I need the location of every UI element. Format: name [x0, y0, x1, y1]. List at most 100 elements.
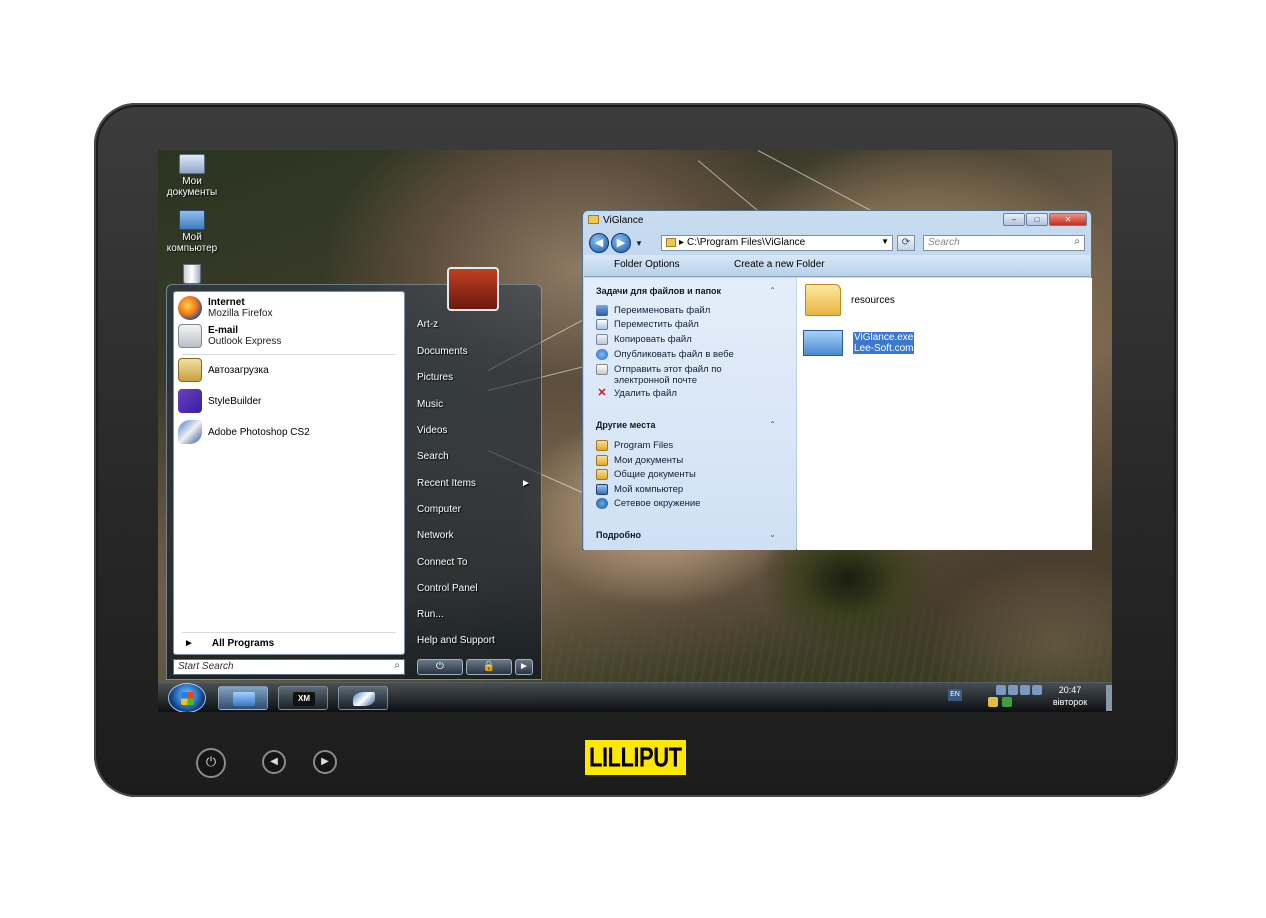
security-tray-icon[interactable]: [1002, 697, 1012, 707]
task-delete[interactable]: ✕ Удалить файл: [596, 388, 786, 400]
start-item-connect-to[interactable]: Connect To: [417, 557, 467, 568]
program-label: Adobe Photoshop CS2: [208, 426, 310, 438]
start-item-help[interactable]: Help and Support: [417, 635, 495, 646]
recent-program-photoshop[interactable]: Adobe Photoshop CS2: [178, 418, 310, 446]
folder-icon: [666, 238, 676, 247]
start-item-pictures[interactable]: Pictures: [417, 372, 453, 383]
place-label: Сетевое окружение: [614, 498, 701, 509]
start-item-search[interactable]: Search: [417, 451, 449, 462]
task-publish[interactable]: Опубликовать файл в вебе: [596, 349, 786, 360]
show-desktop-button[interactable]: [1106, 685, 1112, 711]
volume-tray-icon[interactable]: [1020, 685, 1030, 695]
monitor-tray-icon[interactable]: [996, 685, 1006, 695]
pinned-email[interactable]: E-mail Outlook Express: [178, 322, 281, 350]
collapse-icon[interactable]: ⌃: [769, 286, 776, 295]
taskbar-app-xmplay[interactable]: XM: [278, 686, 328, 710]
submenu-arrow-icon: ►: [521, 478, 531, 489]
address-bar[interactable]: ▸ C:\Program Files\ViGlance ▼: [661, 235, 893, 251]
rename-icon: [596, 305, 608, 316]
taskbar-app-photoshop[interactable]: [338, 686, 388, 710]
recent-program-stylebuilder[interactable]: StyleBuilder: [178, 387, 261, 415]
task-email[interactable]: Отправить этот файл по электронной почте: [596, 364, 746, 386]
safely-remove-tray-icon[interactable]: [988, 697, 998, 707]
refresh-button[interactable]: ⟳: [897, 235, 915, 251]
maximize-button[interactable]: □: [1026, 213, 1048, 226]
back-button[interactable]: ◀: [589, 233, 609, 253]
start-search-input[interactable]: Start Search ⌕: [173, 659, 405, 675]
desktop-icon-recycle-bin[interactable]: [160, 264, 224, 286]
recent-pages-dropdown[interactable]: ▼: [635, 239, 643, 248]
task-label: Переместить файл: [614, 319, 699, 330]
tasks-header-label: Задачи для файлов и папок: [596, 286, 722, 296]
start-item-network[interactable]: Network: [417, 530, 454, 541]
hardware-power-button[interactable]: ⏻: [196, 748, 226, 778]
start-item-computer[interactable]: Computer: [417, 504, 461, 515]
start-button[interactable]: [168, 683, 206, 712]
create-folder-button[interactable]: Create a new Folder: [734, 259, 825, 270]
place-network[interactable]: Сетевое окружение: [596, 498, 786, 509]
folder-icon: [805, 284, 841, 316]
start-item-run[interactable]: Run...: [417, 609, 444, 620]
recent-program-autostart[interactable]: Автозагрузка: [178, 356, 269, 384]
power-button[interactable]: ⏻: [417, 659, 463, 675]
email-icon: [596, 364, 608, 375]
place-shared-documents[interactable]: Общие документы: [596, 469, 786, 480]
start-item-control-panel[interactable]: Control Panel: [417, 583, 478, 594]
window-title: ViGlance: [603, 215, 644, 226]
arrow-left-icon: ◀: [594, 237, 604, 249]
shutdown-options-button[interactable]: ►: [515, 659, 533, 675]
close-button[interactable]: ✕: [1049, 213, 1087, 226]
pinned-internet[interactable]: Internet Mozilla Firefox: [178, 294, 272, 322]
collapse-icon[interactable]: ⌃: [769, 420, 776, 429]
file-item-viglance-exe[interactable]: ViGlance.exe Lee-Soft.com: [803, 330, 915, 356]
task-move[interactable]: Переместить файл: [596, 319, 786, 330]
user-picture[interactable]: [447, 267, 499, 311]
search-icon[interactable]: ⌕: [394, 660, 400, 672]
mail-icon: [178, 324, 202, 348]
place-program-files[interactable]: Program Files: [596, 440, 786, 451]
details-header[interactable]: Подробно ⌄: [596, 530, 776, 540]
web-publish-icon: [596, 349, 608, 360]
task-copy[interactable]: Копировать файл: [596, 334, 786, 345]
file-item-resources[interactable]: resources: [805, 284, 895, 316]
explorer-search-input[interactable]: Search ⌕: [923, 235, 1085, 251]
network-tray-icon[interactable]: [1008, 685, 1018, 695]
folder-options-button[interactable]: Folder Options: [614, 259, 680, 270]
start-item-documents[interactable]: Documents: [417, 346, 468, 357]
start-item-recent-items[interactable]: Recent Items: [417, 478, 476, 489]
all-programs-button[interactable]: ► All Programs: [184, 638, 274, 649]
forward-button[interactable]: ▶: [611, 233, 631, 253]
details-header-label: Подробно: [596, 530, 642, 540]
power-icon: ⏻: [205, 755, 217, 770]
network-icon: [596, 498, 608, 509]
lock-button[interactable]: 🔒: [466, 659, 512, 675]
place-label: Мои документы: [614, 455, 684, 466]
hardware-right-button[interactable]: ▶: [313, 750, 337, 774]
refresh-icon: ⟳: [901, 237, 911, 248]
folder-icon: [596, 440, 608, 451]
minimize-button[interactable]: –: [1003, 213, 1025, 226]
place-my-computer[interactable]: Мой компьютер: [596, 484, 786, 495]
photoshop-icon: [178, 420, 202, 444]
expand-icon[interactable]: ⌄: [769, 530, 776, 539]
task-rename[interactable]: Переименовать файл: [596, 305, 786, 316]
address-path: C:\Program Files\ViGlance: [687, 237, 806, 248]
taskbar-app-explorer[interactable]: [218, 686, 268, 710]
windows-logo-icon: [181, 692, 194, 705]
start-item-music[interactable]: Music: [417, 399, 443, 410]
explorer-window[interactable]: ViGlance – □ ✕ ◀ ▶ ▼ ▸ C:\Program Files\…: [582, 210, 1092, 550]
desktop-icon-my-computer[interactable]: Мой компьютер: [160, 210, 224, 254]
clock-day: вівторок: [1052, 697, 1088, 707]
language-indicator[interactable]: EN: [948, 689, 962, 701]
place-my-documents[interactable]: Мои документы: [596, 455, 786, 466]
tasks-header[interactable]: Задачи для файлов и папок ⌃: [596, 286, 776, 296]
chevron-down-icon[interactable]: ▼: [881, 236, 889, 248]
places-header[interactable]: Другие места ⌃: [596, 420, 776, 430]
start-item-videos[interactable]: Videos: [417, 425, 447, 436]
hardware-left-button[interactable]: ◀: [262, 750, 286, 774]
clock[interactable]: 20:47 вівторок: [1040, 684, 1100, 708]
desktop-icon-my-documents[interactable]: Мои документы: [160, 154, 224, 198]
explorer-icon: [233, 692, 255, 706]
search-icon[interactable]: ⌕: [1074, 236, 1080, 248]
start-item-art-z[interactable]: Art-z: [417, 319, 438, 330]
